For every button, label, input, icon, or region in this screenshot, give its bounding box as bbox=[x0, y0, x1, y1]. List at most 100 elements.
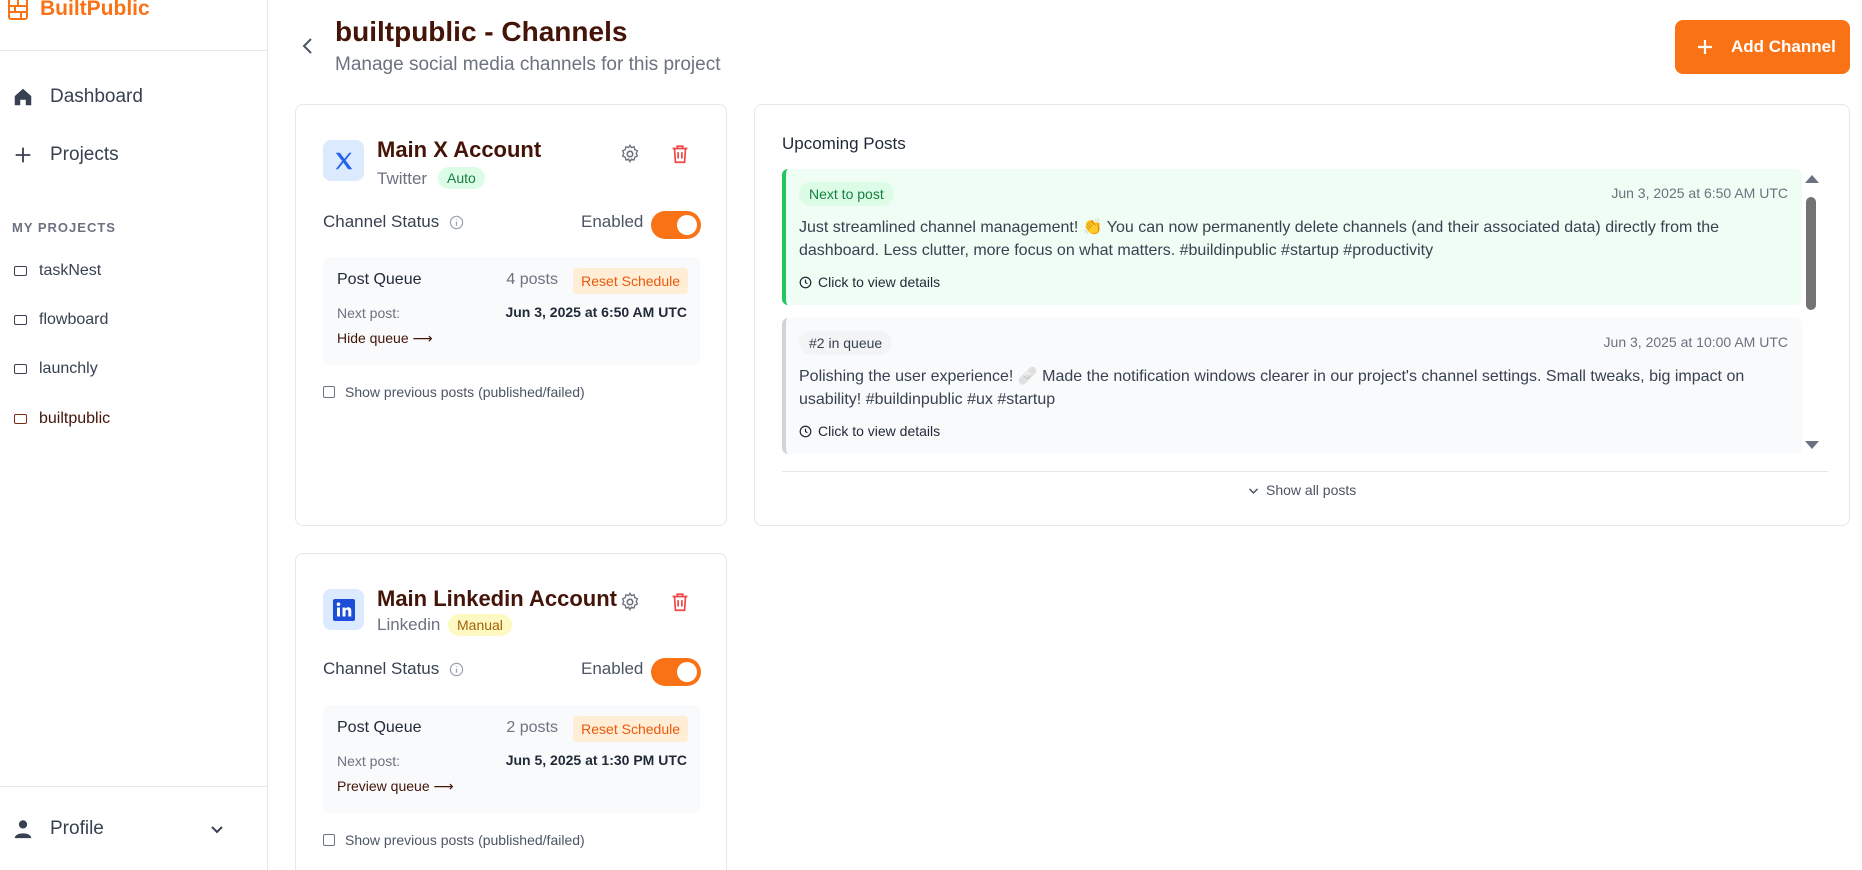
next-post-label: Next post: bbox=[337, 305, 401, 321]
plus-icon bbox=[1698, 40, 1712, 54]
clock-icon bbox=[799, 276, 812, 288]
next-post-value: Jun 3, 2025 at 6:50 AM UTC bbox=[505, 304, 687, 320]
sidebar: BuiltPublic Dashboard Projects MY PROJEC… bbox=[0, 0, 268, 870]
next-post-value: Jun 5, 2025 at 1:30 PM UTC bbox=[505, 752, 687, 768]
nav-dashboard-label: Dashboard bbox=[50, 86, 143, 107]
show-all-posts-button[interactable]: Show all posts bbox=[1247, 482, 1356, 498]
project-item-builtpublic[interactable]: builtpublic bbox=[0, 404, 110, 434]
chevron-down-icon bbox=[1248, 487, 1259, 494]
brand[interactable]: BuiltPublic bbox=[0, 0, 267, 51]
post-queue-panel: Post Queue 4 posts Reset Schedule Next p… bbox=[323, 257, 700, 365]
upcoming-posts-panel: Upcoming Posts Next to post Jun 3, 2025 … bbox=[754, 104, 1850, 526]
show-all-label: Show all posts bbox=[1266, 482, 1357, 498]
trash-icon[interactable] bbox=[669, 591, 691, 613]
view-details-label: Click to view details bbox=[818, 274, 941, 290]
view-details-label: Click to view details bbox=[818, 423, 941, 439]
profile-label: Profile bbox=[50, 817, 104, 839]
post-body: Polishing the user experience! 🩹 Made th… bbox=[799, 368, 1745, 408]
add-channel-button[interactable]: Add Channel bbox=[1675, 20, 1850, 74]
nav-dashboard[interactable]: Dashboard bbox=[0, 79, 143, 115]
nav-projects-label: Projects bbox=[50, 144, 119, 165]
project-item-tasknest[interactable]: taskNest bbox=[0, 256, 101, 286]
gear-icon[interactable] bbox=[619, 143, 641, 165]
post-queue-panel: Post Queue 2 posts Reset Schedule Next p… bbox=[323, 705, 700, 813]
upcoming-post-item[interactable]: #2 in queue Jun 3, 2025 at 10:00 AM UTC … bbox=[782, 318, 1802, 454]
folder-icon bbox=[14, 315, 27, 325]
reset-schedule-button[interactable]: Reset Schedule bbox=[573, 716, 688, 742]
reset-schedule-button[interactable]: Reset Schedule bbox=[573, 268, 688, 294]
page-subtitle: Manage social media channels for this pr… bbox=[335, 54, 721, 75]
project-label: taskNest bbox=[39, 262, 102, 279]
view-details-link[interactable]: Click to view details bbox=[799, 274, 940, 290]
x-logo-icon bbox=[323, 140, 364, 181]
channel-card-x: Main X Account Twitter Auto Channel Stat… bbox=[295, 104, 727, 526]
next-post-label: Next post: bbox=[337, 753, 401, 769]
mode-badge: Auto bbox=[438, 167, 485, 189]
channel-status-label: Channel Status bbox=[323, 212, 464, 232]
plus-icon bbox=[15, 147, 31, 163]
show-previous-checkbox[interactable] bbox=[323, 834, 335, 846]
scroll-down-arrow[interactable] bbox=[1805, 441, 1819, 449]
post-position-tag: #2 in queue bbox=[799, 331, 893, 355]
gear-icon[interactable] bbox=[619, 591, 641, 613]
project-label: builtpublic bbox=[39, 410, 111, 427]
mode-badge: Manual bbox=[448, 614, 512, 636]
add-channel-label: Add Channel bbox=[1731, 37, 1836, 56]
show-previous-posts[interactable]: Show previous posts (published/failed) bbox=[323, 832, 585, 848]
post-date: Jun 3, 2025 at 6:50 AM UTC bbox=[1611, 185, 1788, 201]
post-position-tag: Next to post bbox=[799, 182, 894, 206]
channel-name: Main Linkedin Account bbox=[377, 586, 617, 611]
status-label-text: Channel Status bbox=[323, 659, 440, 678]
folder-icon bbox=[14, 266, 27, 276]
scrollbar-thumb[interactable] bbox=[1806, 197, 1816, 310]
clock-icon bbox=[799, 425, 812, 437]
scroll-up-arrow[interactable] bbox=[1805, 175, 1819, 183]
post-date: Jun 3, 2025 at 10:00 AM UTC bbox=[1603, 334, 1788, 350]
brand-name: BuiltPublic bbox=[40, 0, 150, 20]
channel-enabled-toggle[interactable] bbox=[651, 658, 701, 686]
channel-name: Main X Account bbox=[377, 137, 542, 162]
post-queue-title: Post Queue bbox=[337, 719, 422, 736]
post-queue-title: Post Queue bbox=[337, 271, 422, 288]
show-previous-label: Show previous posts (published/failed) bbox=[345, 832, 585, 848]
view-details-link[interactable]: Click to view details bbox=[799, 423, 940, 439]
project-label: launchly bbox=[39, 360, 98, 377]
chevron-down-icon[interactable] bbox=[209, 821, 225, 837]
brand-logo-icon bbox=[8, 0, 28, 20]
enabled-label: Enabled bbox=[581, 212, 644, 231]
my-projects-label: MY PROJECTS bbox=[12, 220, 116, 235]
back-arrow-icon[interactable] bbox=[296, 34, 320, 58]
upcoming-post-item[interactable]: Next to post Jun 3, 2025 at 6:50 AM UTC … bbox=[782, 169, 1802, 305]
folder-icon bbox=[14, 364, 27, 374]
user-icon bbox=[14, 819, 32, 838]
linkedin-logo-icon bbox=[323, 589, 364, 630]
nav-projects[interactable]: Projects bbox=[0, 137, 119, 173]
channel-platform: Twitter bbox=[377, 169, 428, 188]
project-item-launchly[interactable]: launchly bbox=[0, 354, 98, 384]
sidebar-footer: Profile bbox=[0, 786, 267, 870]
post-body: Just streamlined channel management! 👏 Y… bbox=[799, 219, 1719, 259]
show-previous-posts[interactable]: Show previous posts (published/failed) bbox=[323, 384, 585, 400]
divider bbox=[782, 471, 1828, 472]
channel-status-label: Channel Status bbox=[323, 659, 464, 679]
enabled-label: Enabled bbox=[581, 659, 644, 678]
channel-platform: Linkedin bbox=[377, 615, 441, 634]
toggle-knob bbox=[677, 662, 697, 682]
status-label-text: Channel Status bbox=[323, 212, 440, 231]
info-icon[interactable] bbox=[449, 662, 464, 677]
preview-queue-link[interactable]: Preview queue ⟶ bbox=[337, 778, 454, 795]
hide-queue-link[interactable]: Hide queue ⟶ bbox=[337, 330, 433, 347]
post-queue-count: 4 posts bbox=[506, 271, 558, 288]
upcoming-posts-title: Upcoming Posts bbox=[782, 134, 906, 153]
show-previous-checkbox[interactable] bbox=[323, 386, 335, 398]
project-label: flowboard bbox=[39, 311, 109, 328]
page-title: builtpublic - Channels bbox=[335, 16, 628, 47]
project-item-flowboard[interactable]: flowboard bbox=[0, 305, 108, 335]
post-queue-count: 2 posts bbox=[506, 719, 558, 736]
info-icon[interactable] bbox=[449, 215, 464, 230]
profile-menu[interactable]: Profile bbox=[12, 818, 209, 840]
trash-icon[interactable] bbox=[669, 143, 691, 165]
toggle-knob bbox=[677, 215, 697, 235]
channel-card-linkedin: Main Linkedin Account Linkedin Manual Ch… bbox=[295, 553, 727, 870]
channel-enabled-toggle[interactable] bbox=[651, 211, 701, 239]
